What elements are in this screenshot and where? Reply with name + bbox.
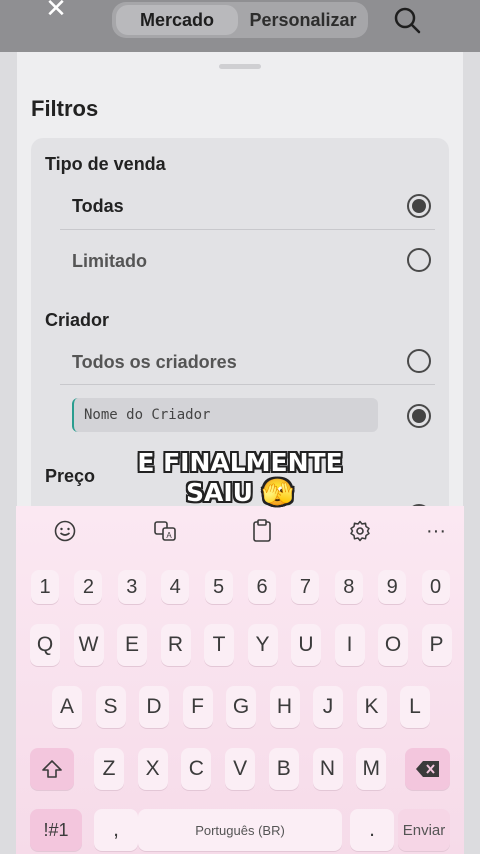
divider — [60, 229, 435, 230]
key-e[interactable]: E — [117, 624, 147, 666]
key-z[interactable]: Z — [94, 748, 124, 790]
key-t[interactable]: T — [204, 624, 234, 666]
sale-type-title: Tipo de venda — [45, 154, 166, 174]
more-icon[interactable]: ··· — [421, 516, 451, 546]
key-j[interactable]: J — [313, 686, 343, 728]
divider — [60, 384, 435, 385]
key-b[interactable]: B — [268, 748, 299, 790]
top-bar: ✕ Mercado Personalizar — [0, 0, 480, 52]
backspace-key[interactable] — [405, 748, 450, 790]
key-4[interactable]: 4 — [161, 570, 190, 604]
option-limitado-radio[interactable] — [407, 248, 431, 272]
key-0[interactable]: 0 — [421, 570, 450, 604]
overlay-caption-line1: E FINALMENTE — [137, 448, 343, 477]
option-limitado-label[interactable]: Limitado — [72, 251, 147, 272]
comma-key[interactable]: , — [94, 809, 138, 851]
key-7[interactable]: 7 — [291, 570, 320, 604]
creator-name-input[interactable] — [72, 398, 378, 432]
key-6[interactable]: 6 — [248, 570, 276, 604]
key-c[interactable]: C — [181, 748, 212, 790]
key-q[interactable]: Q — [30, 624, 60, 666]
key-f[interactable]: F — [182, 686, 213, 728]
key-5[interactable]: 5 — [204, 570, 233, 604]
enter-key[interactable]: Enviar — [398, 809, 450, 851]
segmented-tabs: Mercado Personalizar — [112, 2, 368, 38]
key-3[interactable]: 3 — [117, 570, 146, 604]
svg-text:A: A — [166, 531, 172, 540]
overlay-caption-line2: SAIU 🫣 — [0, 478, 480, 508]
creator-title: Criador — [45, 310, 110, 330]
period-key[interactable]: . — [350, 809, 394, 851]
key-u[interactable]: U — [291, 624, 321, 666]
overlay-caption-text: SAIU — [185, 478, 253, 507]
shift-key[interactable] — [30, 748, 74, 790]
option-todas-label[interactable]: Todas — [72, 196, 124, 217]
key-x[interactable]: X — [137, 748, 168, 790]
settings-icon[interactable] — [345, 516, 375, 546]
clipboard-icon[interactable] — [247, 516, 277, 546]
option-all-creators-label[interactable]: Todos os criadores — [72, 352, 237, 373]
key-l[interactable]: L — [400, 686, 430, 728]
sheet-drag-handle[interactable] — [219, 64, 261, 69]
search-icon[interactable] — [393, 6, 421, 34]
key-h[interactable]: H — [269, 686, 300, 728]
space-key[interactable]: Português (BR) — [138, 809, 342, 851]
emoji-icon[interactable] — [50, 516, 80, 546]
key-8[interactable]: 8 — [334, 570, 363, 604]
close-icon[interactable]: ✕ — [44, 0, 68, 21]
on-screen-keyboard: A ··· 1234567890 QWERTYUIOP ASDFGHJKL ZX… — [16, 506, 464, 854]
key-w[interactable]: W — [73, 624, 104, 666]
key-2[interactable]: 2 — [74, 570, 103, 604]
key-a[interactable]: A — [52, 686, 82, 728]
tab-mercado[interactable]: Mercado — [116, 5, 238, 35]
filters-title: Filtros — [31, 96, 99, 121]
tab-personalizar[interactable]: Personalizar — [242, 5, 364, 35]
key-o[interactable]: O — [378, 624, 408, 666]
option-todas-radio[interactable] — [407, 194, 431, 218]
key-1[interactable]: 1 — [31, 570, 59, 604]
key-m[interactable]: M — [356, 748, 387, 790]
key-i[interactable]: I — [334, 624, 365, 666]
key-d[interactable]: D — [139, 686, 169, 728]
key-n[interactable]: N — [312, 748, 343, 790]
option-all-creators-radio[interactable] — [407, 349, 431, 373]
key-k[interactable]: K — [356, 686, 387, 728]
key-r[interactable]: R — [160, 624, 191, 666]
key-g[interactable]: G — [226, 686, 256, 728]
option-creator-name-radio[interactable] — [407, 404, 431, 428]
translate-icon[interactable]: A — [150, 516, 180, 546]
peeking-face-emoji: 🫣 — [261, 478, 295, 508]
symbols-key[interactable]: !#1 — [30, 809, 82, 851]
key-s[interactable]: S — [95, 686, 126, 728]
key-p[interactable]: P — [421, 624, 452, 666]
key-9[interactable]: 9 — [378, 570, 407, 604]
key-y[interactable]: Y — [247, 624, 278, 666]
key-v[interactable]: V — [225, 748, 256, 790]
